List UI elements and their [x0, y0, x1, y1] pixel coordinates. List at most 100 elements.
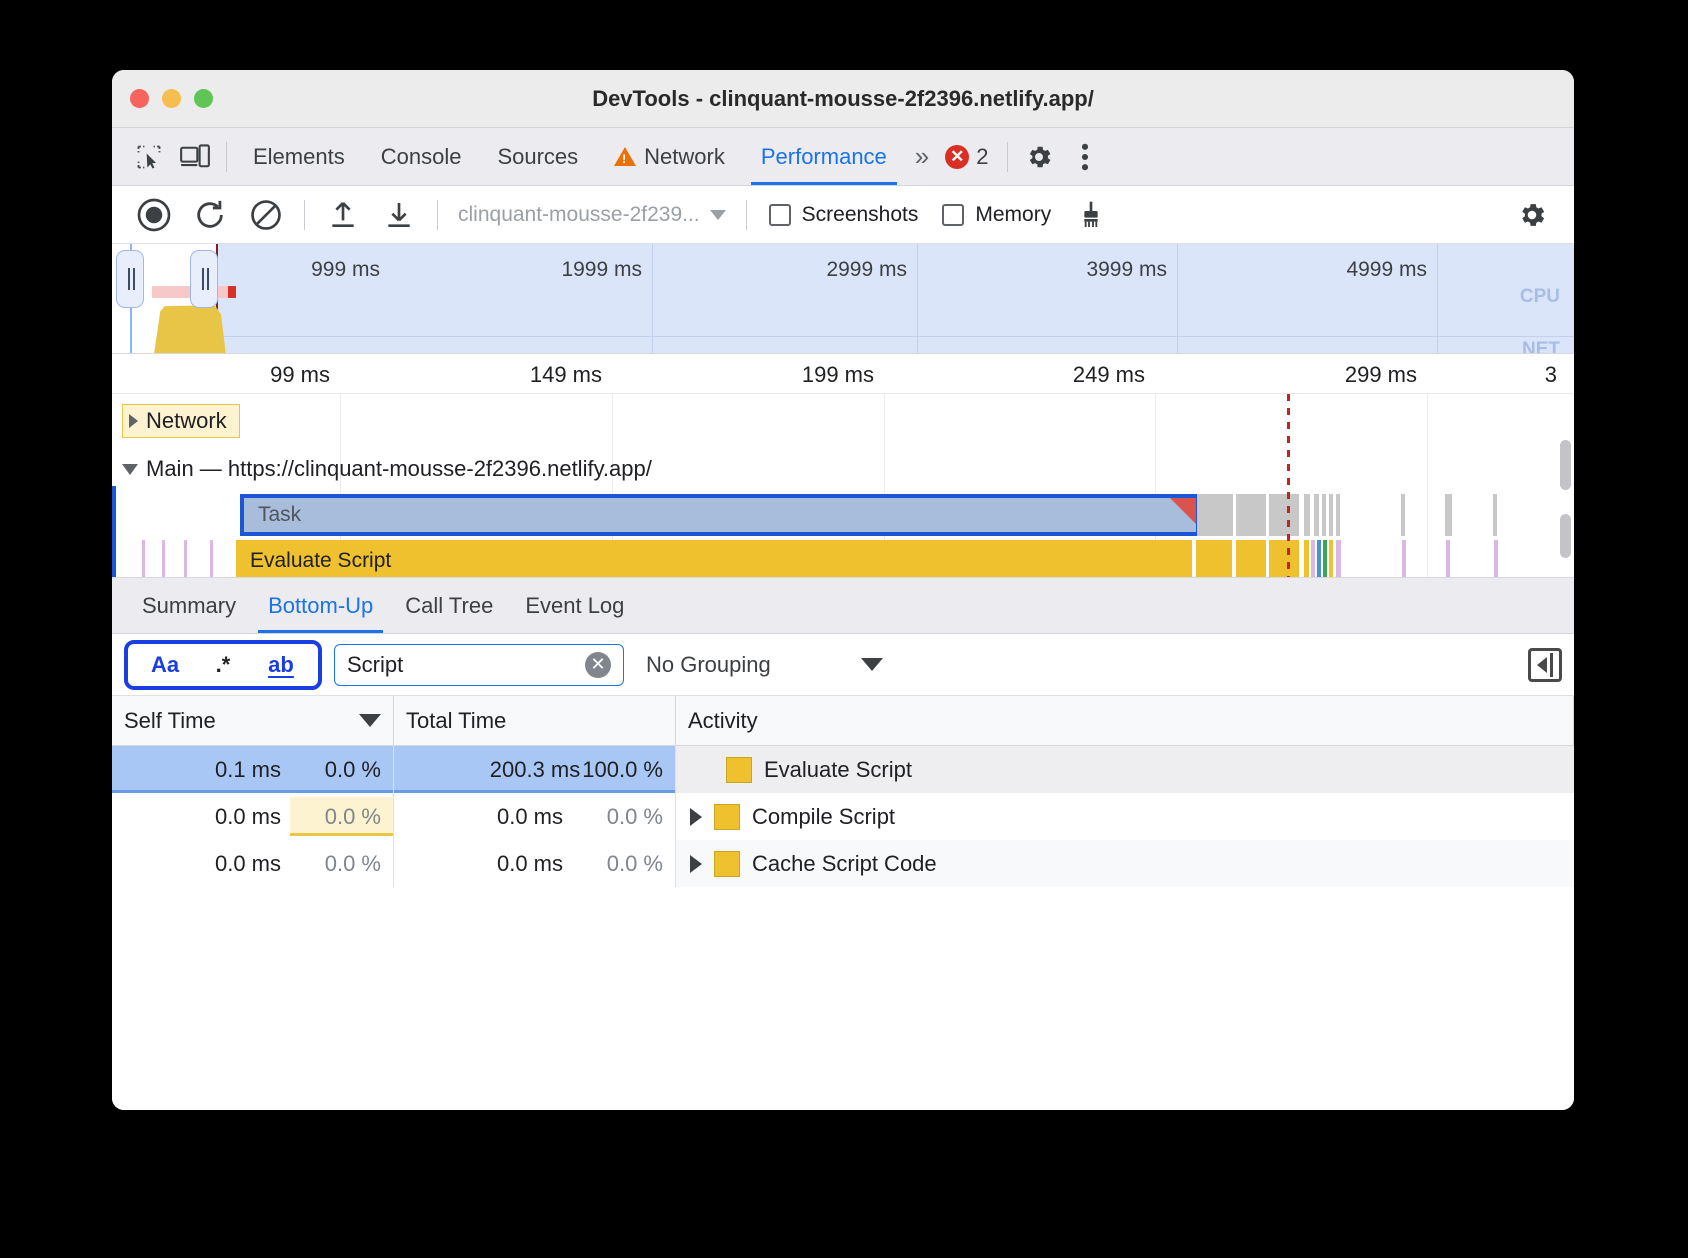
download-profile-icon[interactable] — [373, 193, 425, 237]
search-input[interactable]: Script ✕ — [334, 643, 624, 686]
grouping-dropdown[interactable]: No Grouping — [636, 652, 893, 678]
tab-sources[interactable]: Sources — [479, 129, 596, 185]
track-network[interactable]: Network — [122, 404, 240, 438]
flame-bar-scripting[interactable] — [1304, 540, 1309, 577]
flame-micro-event[interactable] — [210, 540, 213, 577]
flame-bar-painting[interactable] — [1323, 540, 1327, 577]
tab-elements[interactable]: Elements — [235, 129, 363, 185]
expand-row-icon[interactable] — [690, 807, 702, 826]
flame-bar-rendering[interactable] — [1402, 540, 1406, 577]
table-row[interactable]: 0.0 ms 0.0 % 0.0 ms 0.0 % Compile Script — [112, 793, 1574, 840]
regex-button[interactable]: .* — [196, 648, 250, 682]
flame-bar-rendering[interactable] — [1311, 540, 1315, 577]
maximize-window-button[interactable] — [194, 89, 213, 108]
column-header-total-time[interactable]: Total Time — [394, 696, 676, 745]
more-tabs-button[interactable]: » — [905, 141, 935, 172]
tab-label: Bottom-Up — [268, 592, 374, 618]
activity-label: Compile Script — [752, 803, 896, 829]
flame-bar-other[interactable] — [1329, 494, 1333, 536]
tab-call-tree[interactable]: Call Tree — [389, 579, 509, 633]
tab-bottom-up[interactable]: Bottom-Up — [252, 579, 389, 633]
warning-triangle-icon — [614, 147, 637, 166]
show-sidebar-icon[interactable] — [1528, 647, 1562, 682]
device-toolbar-icon[interactable] — [172, 137, 218, 177]
expand-row-icon[interactable] — [690, 854, 702, 873]
flame-bar-rendering[interactable] — [1336, 540, 1341, 577]
total-time-ms: 200.3 ms — [489, 756, 581, 782]
bottom-up-table: Self Time Total Time Activity 0.1 ms 0.0… — [112, 696, 1574, 1110]
screenshots-checkbox[interactable]: Screenshots — [759, 203, 929, 227]
flame-bar-scripting[interactable] — [1329, 540, 1333, 577]
clear-icon[interactable] — [240, 193, 292, 237]
flame-bar-evaluate-script[interactable]: Evaluate Script — [236, 540, 1192, 577]
tab-performance[interactable]: Performance — [743, 129, 905, 185]
upload-profile-icon[interactable] — [317, 193, 369, 237]
flame-bar-other[interactable] — [1493, 494, 1497, 536]
flame-bar-other[interactable] — [1445, 494, 1452, 536]
flame-chart-scrollbar[interactable] — [1560, 440, 1571, 490]
minimize-window-button[interactable] — [162, 89, 181, 108]
target-dropdown[interactable]: clinquant-mousse-2f239... — [450, 203, 734, 227]
flame-bar-task[interactable]: Task — [240, 494, 1200, 536]
table-row[interactable]: 0.1 ms 0.0 % 200.3 ms 100.0 % Evaluate S… — [112, 746, 1574, 793]
cell-total-time: 200.3 ms 100.0 % — [394, 746, 676, 793]
flame-bar-other[interactable] — [1197, 494, 1233, 536]
flame-micro-event[interactable] — [184, 540, 187, 577]
match-case-button[interactable]: Aa — [138, 648, 192, 682]
track-main[interactable]: Main — https://clinquant-mousse-2f2396.n… — [122, 456, 652, 482]
flame-bar-other[interactable] — [1236, 494, 1266, 536]
flame-micro-event[interactable] — [162, 540, 165, 577]
flame-chart-scrollbar-thumb[interactable] — [1560, 514, 1571, 558]
cell-self-time: 0.0 ms 0.0 % — [112, 793, 394, 840]
flame-bar-scripting[interactable] — [1196, 540, 1232, 577]
target-label: clinquant-mousse-2f239... — [458, 202, 700, 226]
flame-chart-body[interactable]: Network Main — https://clinquant-mousse-… — [112, 394, 1574, 577]
clear-input-icon[interactable]: ✕ — [585, 651, 611, 678]
overview-tick-label: 999 ms — [311, 258, 380, 281]
activity-color-swatch — [714, 850, 740, 877]
flame-micro-event[interactable] — [142, 540, 145, 577]
column-header-self-time[interactable]: Self Time — [112, 696, 394, 745]
sort-descending-icon — [359, 714, 381, 727]
inspect-element-icon[interactable] — [126, 137, 172, 177]
tab-console[interactable]: Console — [363, 129, 480, 185]
overview-left-handle[interactable] — [116, 250, 144, 308]
flame-bar-other[interactable] — [1401, 494, 1405, 536]
overview-right-handle[interactable] — [190, 250, 218, 308]
flame-chart[interactable]: 99 ms 149 ms 199 ms 249 ms 299 ms 3 Netw… — [112, 354, 1574, 578]
flame-bar-other[interactable] — [1314, 494, 1319, 536]
column-header-activity[interactable]: Activity — [676, 696, 1574, 745]
error-count-badge[interactable]: ✕ 2 — [935, 144, 998, 170]
cell-total-time: 0.0 ms 0.0 % — [394, 793, 676, 840]
tab-label: Performance — [760, 143, 887, 169]
gear-icon[interactable] — [1016, 137, 1062, 177]
flame-bar-other[interactable] — [1269, 494, 1299, 536]
tab-network[interactable]: Network — [596, 129, 743, 185]
long-task-warning-icon — [1170, 498, 1196, 524]
flame-bar-loading[interactable] — [1317, 540, 1321, 577]
table-row[interactable]: 0.0 ms 0.0 % 0.0 ms 0.0 % Cache Script C… — [112, 840, 1574, 887]
flame-bar-rendering[interactable] — [1494, 540, 1498, 577]
overview-tick-label: 2999 ms — [826, 258, 907, 281]
tab-label: Sources — [497, 143, 579, 169]
activity-label: Cache Script Code — [752, 850, 937, 876]
reload-record-icon[interactable] — [184, 193, 236, 237]
tab-event-log[interactable]: Event Log — [509, 579, 640, 633]
flame-bar-other[interactable] — [1322, 494, 1326, 536]
flame-bar-scripting[interactable] — [1269, 540, 1299, 577]
memory-checkbox[interactable]: Memory — [932, 203, 1061, 227]
timeline-overview[interactable]: 999 ms 1999 ms 2999 ms 3999 ms 4999 ms C… — [112, 244, 1574, 354]
kebab-menu-icon[interactable] — [1062, 137, 1108, 177]
flame-bar-scripting[interactable] — [1236, 540, 1266, 577]
flame-bar-other[interactable] — [1336, 494, 1340, 536]
tab-summary[interactable]: Summary — [126, 579, 252, 633]
collect-garbage-icon[interactable] — [1065, 193, 1117, 237]
total-time-ms: 0.0 ms — [496, 803, 563, 829]
whole-word-button[interactable]: ab — [254, 648, 308, 682]
capture-settings-gear-icon[interactable] — [1506, 193, 1558, 237]
flame-bar-rendering[interactable] — [1446, 540, 1450, 577]
record-icon[interactable] — [128, 193, 180, 237]
close-window-button[interactable] — [130, 89, 149, 108]
filter-toggle-group[interactable]: Aa .* ab — [124, 639, 322, 690]
flame-bar-other[interactable] — [1304, 494, 1310, 536]
